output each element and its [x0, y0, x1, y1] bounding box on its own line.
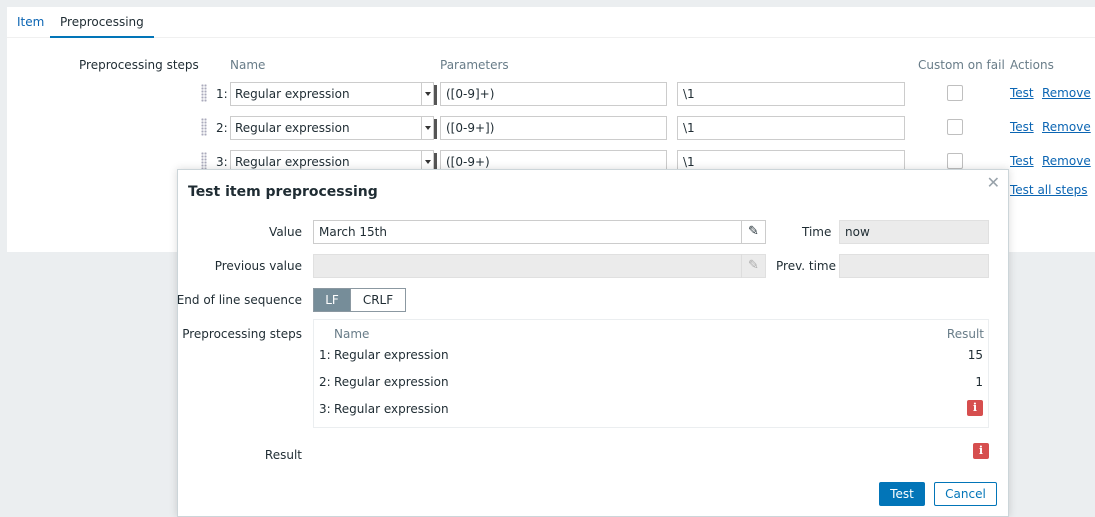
- remove-step-link[interactable]: Remove: [1042, 120, 1091, 134]
- remove-step-link[interactable]: Remove: [1042, 86, 1091, 100]
- header-name: Name: [230, 58, 266, 72]
- result-label: Result: [264, 448, 302, 462]
- step-param-output[interactable]: \1: [677, 116, 905, 140]
- header-actions: Actions: [1010, 58, 1054, 72]
- prev-time-field: [839, 254, 989, 278]
- tab-item[interactable]: Item: [7, 7, 54, 38]
- value-text: March 15th: [319, 225, 387, 239]
- previous-value-field: ✎: [313, 254, 766, 278]
- test-step-link[interactable]: Test: [1010, 120, 1034, 134]
- select-edge: [434, 85, 437, 105]
- steps-label: Preprocessing steps: [182, 327, 302, 341]
- step-number: 1:: [216, 87, 228, 101]
- custom-on-fail-checkbox[interactable]: [947, 119, 963, 135]
- tab-bar: Item Preprocessing: [7, 7, 1095, 38]
- step-row-number: 3:: [319, 402, 331, 416]
- header-parameters: Parameters: [440, 58, 509, 72]
- remove-step-link[interactable]: Remove: [1042, 154, 1091, 168]
- error-info-icon[interactable]: i: [967, 400, 983, 416]
- steps-header-name: Name: [334, 327, 370, 341]
- step-param-pattern[interactable]: ([0-9+]): [440, 116, 667, 140]
- value-label: Value: [269, 225, 302, 239]
- pencil-icon: ✎: [741, 254, 765, 278]
- custom-on-fail-checkbox[interactable]: [947, 85, 963, 101]
- eol-lf-option[interactable]: LF: [313, 288, 351, 312]
- custom-on-fail-checkbox[interactable]: [947, 153, 963, 169]
- step-row-result: 1: [975, 375, 983, 389]
- preprocessing-steps-label: Preprocessing steps: [79, 58, 199, 72]
- drag-handle-icon[interactable]: [201, 84, 207, 102]
- step-param-output[interactable]: \1: [677, 82, 905, 106]
- time-field: now: [839, 220, 989, 244]
- error-info-icon[interactable]: i: [973, 443, 989, 459]
- step-row-name: Regular expression: [334, 348, 449, 362]
- time-label: Time: [802, 225, 832, 239]
- close-icon[interactable]: ✕: [987, 173, 1000, 192]
- step-number: 2:: [216, 121, 228, 135]
- tab-preprocessing[interactable]: Preprocessing: [50, 7, 154, 38]
- step-type-select[interactable]: Regular expression: [230, 116, 437, 140]
- previous-value-label: Previous value: [214, 259, 302, 273]
- step-type-value: Regular expression: [235, 121, 350, 135]
- test-button[interactable]: Test: [879, 482, 925, 506]
- test-all-steps-link[interactable]: Test all steps: [1010, 183, 1088, 197]
- test-step-link[interactable]: Test: [1010, 154, 1034, 168]
- prev-time-label: Prev. time: [776, 259, 836, 273]
- header-custom-on-fail: Custom on fail: [918, 58, 1005, 72]
- dialog-title: Test item preprocessing: [188, 184, 378, 200]
- drag-handle-icon[interactable]: [201, 118, 207, 136]
- chevron-down-icon: [421, 117, 433, 139]
- steps-results-table: Name Result 1: Regular expression 15 2: …: [313, 319, 989, 428]
- step-type-value: Regular expression: [235, 87, 350, 101]
- value-field[interactable]: March 15th ✎: [313, 220, 766, 244]
- cancel-button[interactable]: Cancel: [934, 482, 997, 506]
- step-row-result: 15: [967, 348, 983, 362]
- step-row-name: Regular expression: [334, 375, 449, 389]
- step-row-name: Regular expression: [334, 402, 449, 416]
- step-number: 3:: [216, 155, 228, 169]
- step-row-number: 1:: [319, 348, 331, 362]
- pencil-icon[interactable]: ✎: [741, 220, 765, 244]
- select-edge: [434, 119, 437, 139]
- step-type-value: Regular expression: [235, 155, 350, 169]
- eol-crlf-option[interactable]: CRLF: [350, 288, 406, 312]
- step-param-pattern[interactable]: ([0-9]+): [440, 82, 667, 106]
- step-row-number: 2:: [319, 375, 331, 389]
- drag-handle-icon[interactable]: [201, 152, 207, 170]
- step-type-select[interactable]: Regular expression: [230, 82, 437, 106]
- chevron-down-icon: [421, 83, 433, 105]
- steps-header-result: Result: [946, 327, 984, 341]
- eol-label: End of line sequence: [176, 293, 302, 307]
- test-step-link[interactable]: Test: [1010, 86, 1034, 100]
- test-preprocessing-dialog: Test item preprocessing ✕ Value March 15…: [177, 169, 1009, 517]
